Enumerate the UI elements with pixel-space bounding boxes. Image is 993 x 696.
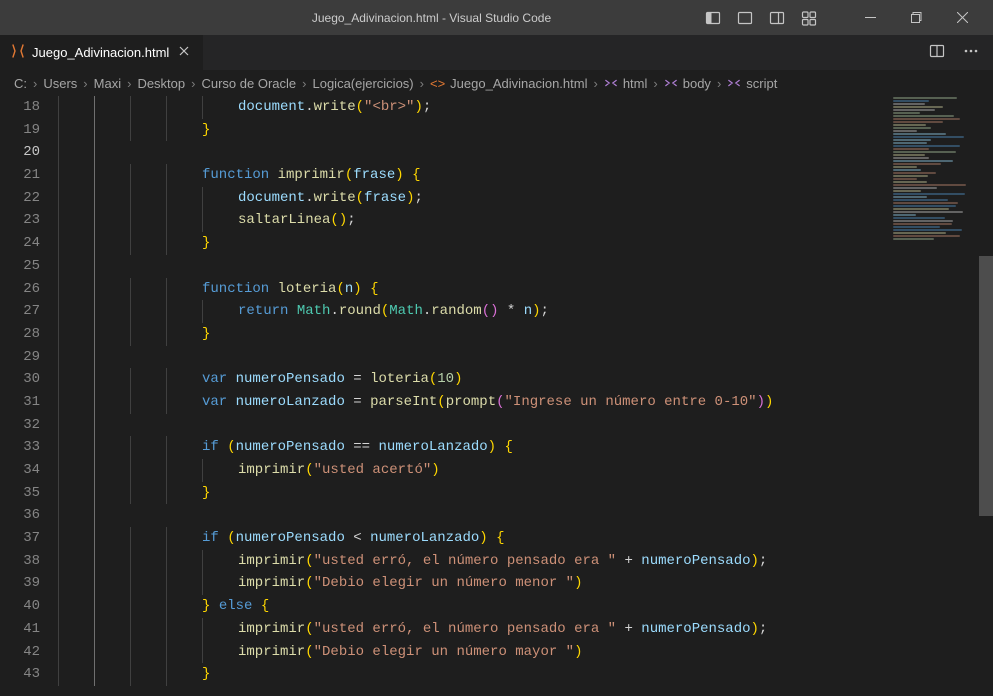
line-number: 32 (0, 414, 40, 437)
breadcrumb-folder[interactable]: Desktop (137, 76, 185, 91)
code-line[interactable]: imprimir("Debio elegir un número menor "… (58, 572, 993, 595)
chevron-right-icon: › (591, 76, 599, 91)
customize-layout-icon[interactable] (801, 10, 817, 26)
code-line[interactable]: } else { (58, 595, 993, 618)
line-number: 42 (0, 641, 40, 664)
code-line[interactable]: imprimir("usted erró, el número pensado … (58, 618, 993, 641)
code-line[interactable]: imprimir("Debio elegir un número mayor "… (58, 641, 993, 664)
code-line[interactable]: imprimir("usted acertó") (58, 459, 993, 482)
breadcrumb-folder[interactable]: Maxi (94, 76, 121, 91)
split-editor-icon[interactable] (929, 43, 945, 62)
window-controls (847, 0, 985, 35)
code-line[interactable] (58, 255, 993, 278)
line-number: 29 (0, 346, 40, 369)
breadcrumb-folder[interactable]: C: (14, 76, 27, 91)
editor[interactable]: 1819202122232425262728293031323334353637… (0, 96, 993, 696)
line-number: 18 (0, 96, 40, 119)
line-number: 43 (0, 663, 40, 686)
line-number: 21 (0, 164, 40, 187)
code-line[interactable]: saltarLinea(); (58, 209, 993, 232)
breadcrumb-folder[interactable]: Logica(ejercicios) (312, 76, 413, 91)
minimap[interactable] (889, 96, 979, 246)
code-line[interactable]: document.write(frase); (58, 187, 993, 210)
code-content[interactable]: document.write("<br>");} function imprimi… (58, 96, 993, 696)
code-line[interactable]: function loteria(n) { (58, 278, 993, 301)
close-button[interactable] (939, 0, 985, 35)
scrollbar-thumb[interactable] (979, 256, 993, 516)
line-number: 34 (0, 459, 40, 482)
code-line[interactable] (58, 414, 993, 437)
tab-close-icon[interactable] (175, 42, 193, 63)
line-number: 31 (0, 391, 40, 414)
code-line[interactable]: if (numeroPensado == numeroLanzado) { (58, 436, 993, 459)
line-gutter: 1819202122232425262728293031323334353637… (0, 96, 58, 696)
line-number: 23 (0, 209, 40, 232)
breadcrumb-symbol[interactable]: script (727, 76, 777, 91)
chevron-right-icon: › (651, 76, 659, 91)
window-title: Juego_Adivinacion.html - Visual Studio C… (158, 11, 705, 25)
toggle-panel-bottom-icon[interactable] (737, 10, 753, 26)
breadcrumb-folder[interactable]: Curso de Oracle (201, 76, 296, 91)
code-line[interactable]: if (numeroPensado < numeroLanzado) { (58, 527, 993, 550)
line-number: 36 (0, 504, 40, 527)
editor-actions (929, 35, 993, 70)
line-number: 37 (0, 527, 40, 550)
chevron-right-icon: › (715, 76, 723, 91)
code-line[interactable]: } (58, 663, 993, 686)
html-file-icon (10, 43, 26, 62)
line-number: 26 (0, 278, 40, 301)
line-number: 25 (0, 255, 40, 278)
code-line[interactable]: } (58, 232, 993, 255)
line-number: 30 (0, 368, 40, 391)
toggle-panel-right-icon[interactable] (769, 10, 785, 26)
vertical-scrollbar[interactable] (979, 96, 993, 696)
tab-active[interactable]: Juego_Adivinacion.html (0, 35, 204, 70)
line-number: 20 (0, 141, 40, 164)
code-line[interactable]: } (58, 482, 993, 505)
line-number: 27 (0, 300, 40, 323)
chevron-right-icon: › (189, 76, 197, 91)
code-line[interactable]: var numeroPensado = loteria(10) (58, 368, 993, 391)
maximize-button[interactable] (893, 0, 939, 35)
breadcrumb-symbol[interactable]: html (604, 76, 648, 91)
breadcrumb-file[interactable]: <> Juego_Adivinacion.html (430, 76, 588, 91)
breadcrumbs[interactable]: C: › Users › Maxi › Desktop › Curso de Oracle › Lo… (0, 70, 993, 96)
minimize-button[interactable] (847, 0, 893, 35)
code-line[interactable] (58, 504, 993, 527)
tab-label: Juego_Adivinacion.html (32, 45, 169, 60)
chevron-right-icon: › (300, 76, 308, 91)
titlebar: Juego_Adivinacion.html - Visual Studio C… (0, 0, 993, 35)
breadcrumb-folder[interactable]: Users (43, 76, 77, 91)
chevron-right-icon: › (81, 76, 89, 91)
code-line[interactable]: imprimir("usted erró, el número pensado … (58, 550, 993, 573)
chevron-right-icon: › (125, 76, 133, 91)
line-number: 40 (0, 595, 40, 618)
code-line[interactable] (58, 346, 993, 369)
line-number: 41 (0, 618, 40, 641)
line-number: 39 (0, 572, 40, 595)
chevron-right-icon: › (418, 76, 426, 91)
code-line[interactable]: document.write("<br>"); (58, 96, 993, 119)
line-number: 24 (0, 232, 40, 255)
code-line[interactable]: return Math.round(Math.random() * n); (58, 300, 993, 323)
breadcrumb-symbol[interactable]: body (664, 76, 711, 91)
line-number: 38 (0, 550, 40, 573)
toggle-panel-left-icon[interactable] (705, 10, 721, 26)
code-line[interactable]: } (58, 119, 993, 142)
layout-controls (705, 10, 817, 26)
line-number: 19 (0, 119, 40, 142)
line-number: 35 (0, 482, 40, 505)
html-file-icon: <> (430, 76, 445, 91)
line-number: 22 (0, 187, 40, 210)
line-number: 33 (0, 436, 40, 459)
code-line[interactable]: function imprimir(frase) { (58, 164, 993, 187)
code-line[interactable]: } (58, 323, 993, 346)
chevron-right-icon: › (31, 76, 39, 91)
line-number: 28 (0, 323, 40, 346)
tabbar: Juego_Adivinacion.html (0, 35, 993, 70)
code-line[interactable]: var numeroLanzado = parseInt(prompt("Ing… (58, 391, 993, 414)
code-line[interactable] (58, 141, 993, 164)
more-actions-icon[interactable] (963, 43, 979, 62)
